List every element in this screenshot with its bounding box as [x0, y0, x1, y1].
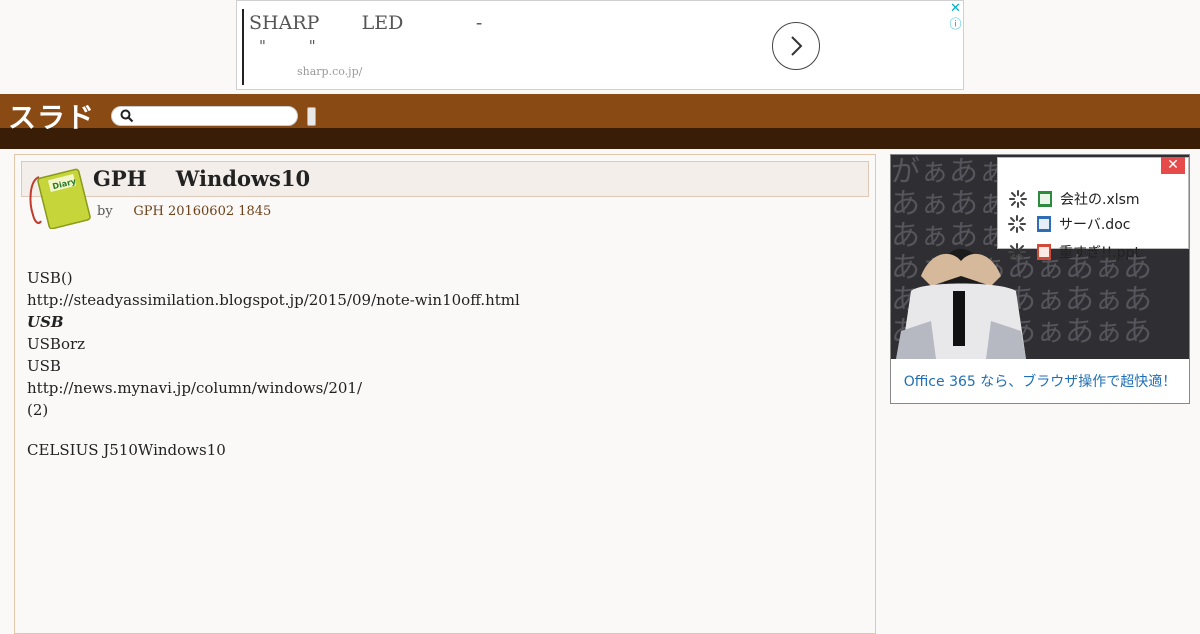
search-input[interactable]	[111, 106, 298, 126]
powerpoint-file-icon	[1037, 244, 1051, 260]
ad-info-icon[interactable]: ⓘ	[948, 17, 963, 32]
article-title: GPH Windows10	[93, 166, 311, 191]
site-logo[interactable]: スラド	[8, 96, 95, 136]
loading-spinner-icon	[1008, 243, 1026, 261]
body-link[interactable]: http://news.mynavi.jp/column/windows/201…	[27, 377, 857, 399]
diary-icon: Diary	[29, 168, 91, 229]
ad-close-icon[interactable]: ✕	[948, 1, 963, 16]
top-ad-banner[interactable]: SHARP LED - " " sharp.co.jp/ ✕ ⓘ	[236, 0, 964, 90]
ad-headline[interactable]: SHARP LED -	[249, 12, 482, 34]
chevron-right-icon	[791, 36, 803, 56]
ad-tagline[interactable]: Office 365 なら、ブラウザ操作で超快適！	[891, 359, 1189, 403]
body-line	[27, 421, 857, 439]
search-icon	[120, 109, 134, 123]
ad-subline: " "	[259, 37, 316, 55]
article-body: USB() http://steadyassimilation.blogspot…	[27, 267, 857, 461]
ad-close-button[interactable]: ✕	[1161, 157, 1185, 174]
site-subheader	[0, 128, 1200, 149]
body-link[interactable]: http://steadyassimilation.blogspot.jp/20…	[27, 289, 857, 311]
body-heading: USB	[27, 313, 64, 331]
body-line: (2)	[27, 401, 49, 419]
loading-spinner-icon	[1008, 215, 1026, 233]
body-line: CELSIUS J510Windows10	[27, 441, 226, 459]
ad-next-button[interactable]	[772, 22, 820, 70]
loading-spinner-icon	[1009, 190, 1027, 208]
body-line: USBorz	[27, 335, 86, 353]
file-name: サーバ.doc	[1059, 217, 1131, 233]
file-row: 重すぎ!!.ppt	[1007, 241, 1182, 263]
body-line: USB	[27, 357, 61, 375]
file-row: 会社の.xlsm	[1008, 188, 1183, 210]
ad-domain[interactable]: sharp.co.jp/	[297, 65, 362, 78]
word-file-icon	[1037, 216, 1051, 232]
author-link[interactable]: GPH 20160602 1845	[133, 204, 271, 219]
journal-article: Diary GPH Windows10 by GPH 20160602 1845…	[14, 154, 876, 634]
excel-file-icon	[1038, 191, 1052, 207]
file-row: サーバ.doc	[1007, 213, 1182, 235]
file-name: 重すぎ!!.ppt	[1059, 245, 1140, 261]
file-name: 会社の.xlsm	[1060, 192, 1140, 208]
byline-prefix: by	[97, 204, 113, 219]
search-button[interactable]	[307, 107, 316, 126]
byline: by GPH 20160602 1845	[97, 204, 271, 219]
ad-accent-bar	[242, 9, 244, 85]
body-line: USB()	[27, 269, 73, 287]
side-ad[interactable]: がぁあぁあぁあぁあ あぁあぁあぁあぁあ あぁあぁあぁあぁあ あぁあぁあぁあぁあ …	[890, 154, 1190, 404]
